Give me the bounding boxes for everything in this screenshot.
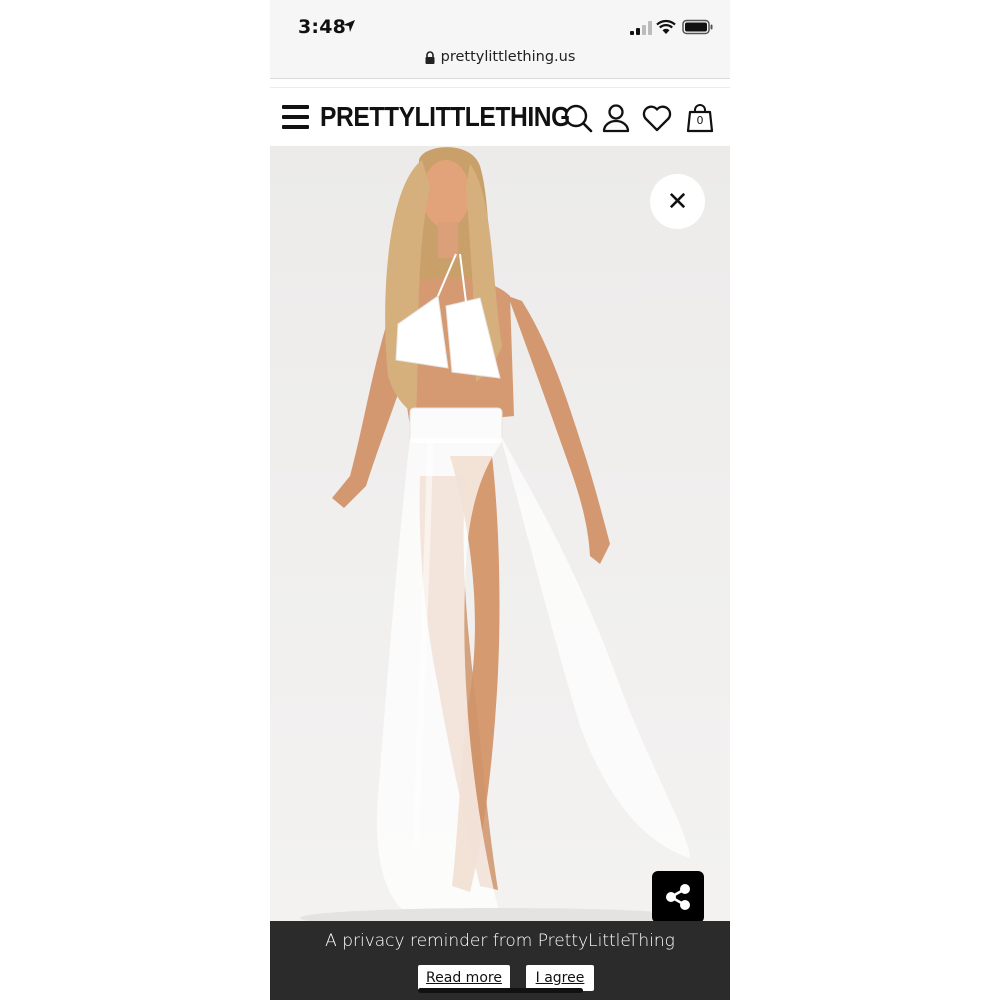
share-icon [666,884,690,910]
menu-icon[interactable] [282,105,309,129]
divider [270,79,730,88]
close-button[interactable]: ✕ [650,174,705,229]
battery-icon [682,19,713,35]
cellular-signal-icon [630,21,652,35]
agree-label: I agree [535,970,585,986]
wifi-icon [656,19,676,34]
status-bar: 3:48 [270,0,730,44]
site-logo[interactable]: PRETTYLITTLETHING [320,101,570,133]
lock-icon [425,50,435,64]
phone-screen: 3:48 prettylittlething.us PRETTYLITTLETH… [270,0,730,1000]
status-time: 3:48 [298,16,347,38]
privacy-message: A privacy reminder from PrettyLittleThin… [325,931,675,951]
close-icon: ✕ [666,186,689,217]
account-icon[interactable] [601,103,631,133]
search-icon[interactable] [563,103,593,133]
browser-url-bar[interactable]: prettylittlething.us [270,44,730,79]
site-header: PRETTYLITTLETHING 0 [270,88,730,146]
url-text: prettylittlething.us [440,49,576,65]
location-arrow-icon [343,20,355,32]
model-photo [300,147,700,922]
heart-icon[interactable] [642,103,672,133]
product-image[interactable]: ✕ [270,146,730,922]
bag-count: 0 [696,114,704,127]
home-indicator[interactable] [418,988,583,993]
shopping-bag-button[interactable]: 0 [685,103,715,133]
share-button[interactable] [652,871,704,922]
read-more-label: Read more [426,970,502,986]
